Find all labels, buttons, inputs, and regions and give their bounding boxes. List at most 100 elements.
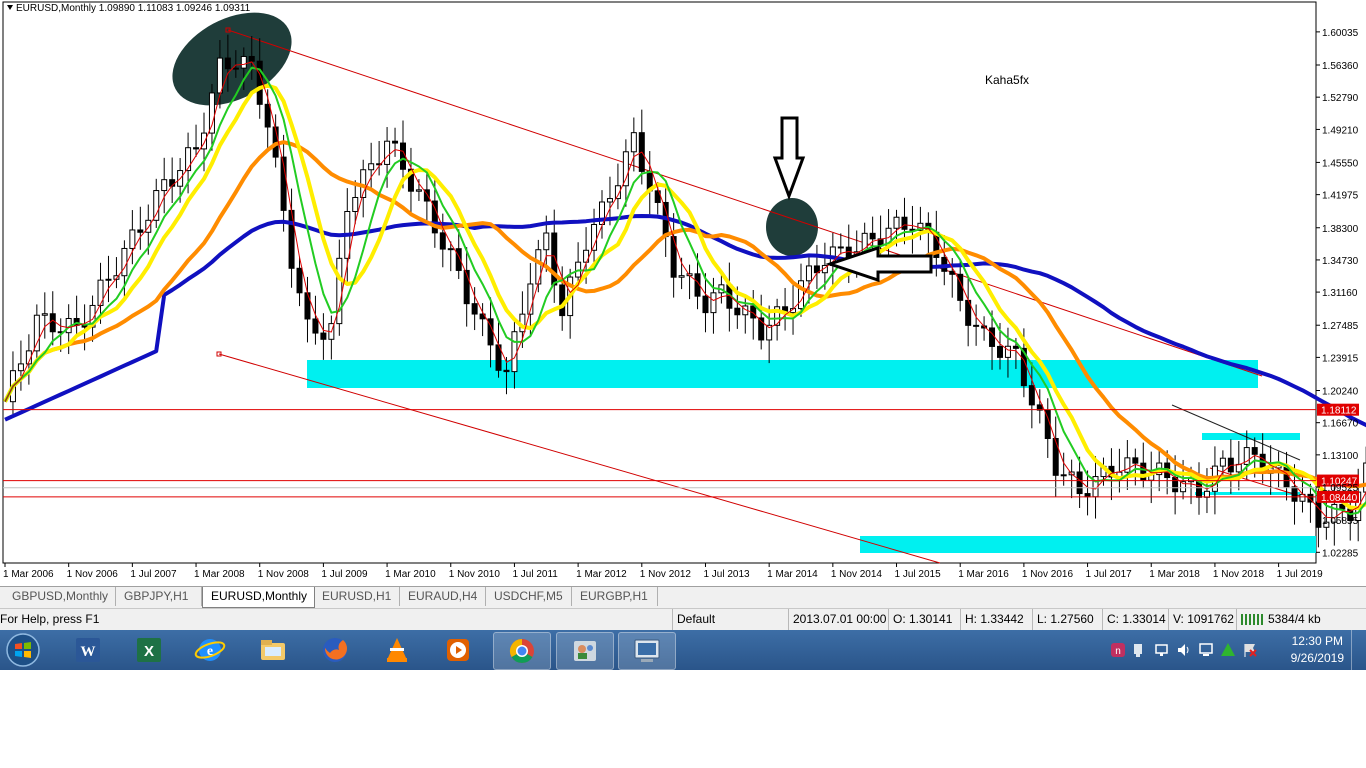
bull-candle [535, 249, 542, 285]
bull-candle [352, 196, 359, 212]
file-explorer-taskbar-button[interactable] [245, 632, 301, 668]
vlc-taskbar-button[interactable] [369, 632, 425, 668]
bull-candle [1235, 463, 1242, 473]
remote-assistance-icon [574, 641, 596, 661]
tab-eurgbp-h1[interactable]: EURGBP,H1 [572, 587, 658, 606]
bull-candle [630, 132, 637, 153]
price-level-label: 1.18112 [1321, 406, 1357, 417]
price-tick-label: 1.38300 [1322, 224, 1359, 235]
support-zone [307, 360, 1258, 388]
price-tick-label: 1.60035 [1322, 28, 1359, 39]
bear-candle [1052, 437, 1059, 476]
svg-text:n: n [1115, 646, 1121, 657]
tray-display-icon[interactable] [1198, 642, 1214, 658]
price-tick-label: 1.49210 [1322, 125, 1359, 136]
tab-eurusd-h1[interactable]: EURUSD,H1 [314, 587, 400, 606]
time-tick-label: 1 Mar 2012 [576, 569, 627, 580]
chrome-taskbar-button[interactable] [493, 632, 551, 670]
tray-alert-icon[interactable] [1220, 642, 1236, 658]
support-zone [860, 536, 1316, 553]
excel-icon: X [137, 638, 161, 662]
status-close: C: 1.33014 [1102, 609, 1171, 630]
bear-candle [312, 318, 319, 334]
start-button[interactable] [3, 632, 43, 668]
bull-candle [105, 278, 112, 281]
word-icon: W [76, 638, 100, 662]
bull-candle [1219, 457, 1226, 467]
tray-flag-icon[interactable] [1242, 642, 1258, 658]
price-tick-label: 1.41975 [1322, 191, 1359, 202]
bear-candle [296, 267, 303, 294]
bull-candle [805, 265, 812, 282]
svg-text:e: e [207, 644, 213, 659]
bull-candle [368, 163, 375, 171]
bear-candle [702, 295, 709, 314]
time-tick-label: 1 Jul 2019 [1277, 569, 1324, 580]
chart-title: EURUSD,Monthly 1.09890 1.11083 1.09246 1… [7, 3, 250, 14]
time-tick-label: 1 Mar 2006 [3, 569, 54, 580]
bull-candle [145, 219, 152, 233]
metatrader-taskbar-button[interactable] [618, 632, 676, 670]
vlc-icon [387, 638, 407, 662]
bear-candle [471, 303, 478, 315]
chart-title-text: EURUSD,Monthly 1.09890 1.11083 1.09246 1… [16, 3, 251, 14]
bull-candle [447, 248, 454, 251]
time-tick-label: 1 Nov 2008 [258, 569, 310, 580]
price-tick-label: 1.56360 [1322, 61, 1359, 72]
status-high: H: 1.33442 [960, 609, 1033, 630]
bear-candle [400, 142, 406, 170]
bull-candle [208, 92, 215, 134]
bull-candle [384, 140, 391, 165]
bull-candle [511, 331, 518, 373]
bull-candle [153, 190, 160, 221]
dropdown-triangle-icon[interactable] [7, 5, 13, 10]
firefox-taskbar-button[interactable] [307, 632, 363, 668]
chrome-icon [509, 639, 534, 664]
remote-assistance-taskbar-button[interactable] [556, 632, 614, 670]
bear-candle [1172, 477, 1179, 493]
tray-volume-icon[interactable] [1176, 642, 1192, 658]
bear-candle [901, 216, 908, 230]
time-axis: 1 Mar 2006 1 Nov 2006 1 Jul 2007 1 Mar 2008… [3, 563, 1323, 580]
bear-candle [997, 345, 1003, 358]
time-tick-label: 1 Mar 2016 [958, 569, 1009, 580]
tab-euraud-h4[interactable]: EURAUD,H4 [400, 587, 486, 606]
price-tick-label: 1.20240 [1322, 387, 1359, 398]
bear-candle [1028, 385, 1035, 406]
bear-candle [734, 307, 741, 316]
price-tick-label: 1.09525 [1322, 483, 1359, 494]
word-taskbar-button[interactable]: W [60, 632, 116, 668]
price-tick-label: 1.23915 [1322, 353, 1359, 364]
highlight-ellipse [766, 198, 818, 256]
tray-app-icon[interactable]: n [1110, 642, 1126, 658]
status-datetime: 2013.07.01 00:00 [788, 609, 889, 630]
price-tick-label: 1.45550 [1322, 158, 1359, 169]
bear-candle [1291, 486, 1298, 502]
media-player-taskbar-button[interactable] [430, 632, 486, 668]
tab-usdchf-m5[interactable]: USDCHF,M5 [486, 587, 572, 606]
tab-eurusd-monthly[interactable]: EURUSD,Monthly [202, 587, 315, 608]
excel-taskbar-button[interactable]: X [121, 632, 177, 668]
tray-network-icon[interactable] [1154, 642, 1170, 658]
chart-canvas[interactable]: 1.181121.102471.084401.600351.563601.527… [0, 0, 1366, 584]
tab-gbpusd-monthly[interactable]: GBPUSD,Monthly [4, 587, 116, 606]
tab-gbpjpy-h1[interactable]: GBPJPY,H1 [116, 587, 202, 606]
bull-candle [893, 216, 900, 229]
bull-candle [41, 313, 48, 316]
price-level-label: 1.08440 [1321, 493, 1358, 504]
bull-candle [216, 57, 223, 94]
internet-explorer-taskbar-button[interactable]: e [182, 632, 238, 668]
status-profile: Default [672, 609, 789, 630]
svg-text:X: X [144, 643, 154, 660]
bull-candle [121, 247, 128, 277]
bear-candle [392, 140, 399, 144]
price-chart[interactable]: 1.18112 1.10247 1.08440 1.60035 1.56360 1.527… [0, 0, 1366, 584]
show-desktop-button[interactable] [1351, 630, 1366, 670]
time-tick-label: 1 Mar 2018 [1149, 569, 1200, 580]
taskbar-clock[interactable]: 12:30 PM 9/26/2019 [1291, 633, 1344, 667]
bear-candle [1076, 471, 1083, 495]
metatrader-icon [634, 639, 660, 662]
tray-usb-icon[interactable] [1130, 642, 1146, 658]
time-tick-label: 1 Jul 2017 [1086, 569, 1133, 580]
bear-candle [137, 229, 144, 233]
